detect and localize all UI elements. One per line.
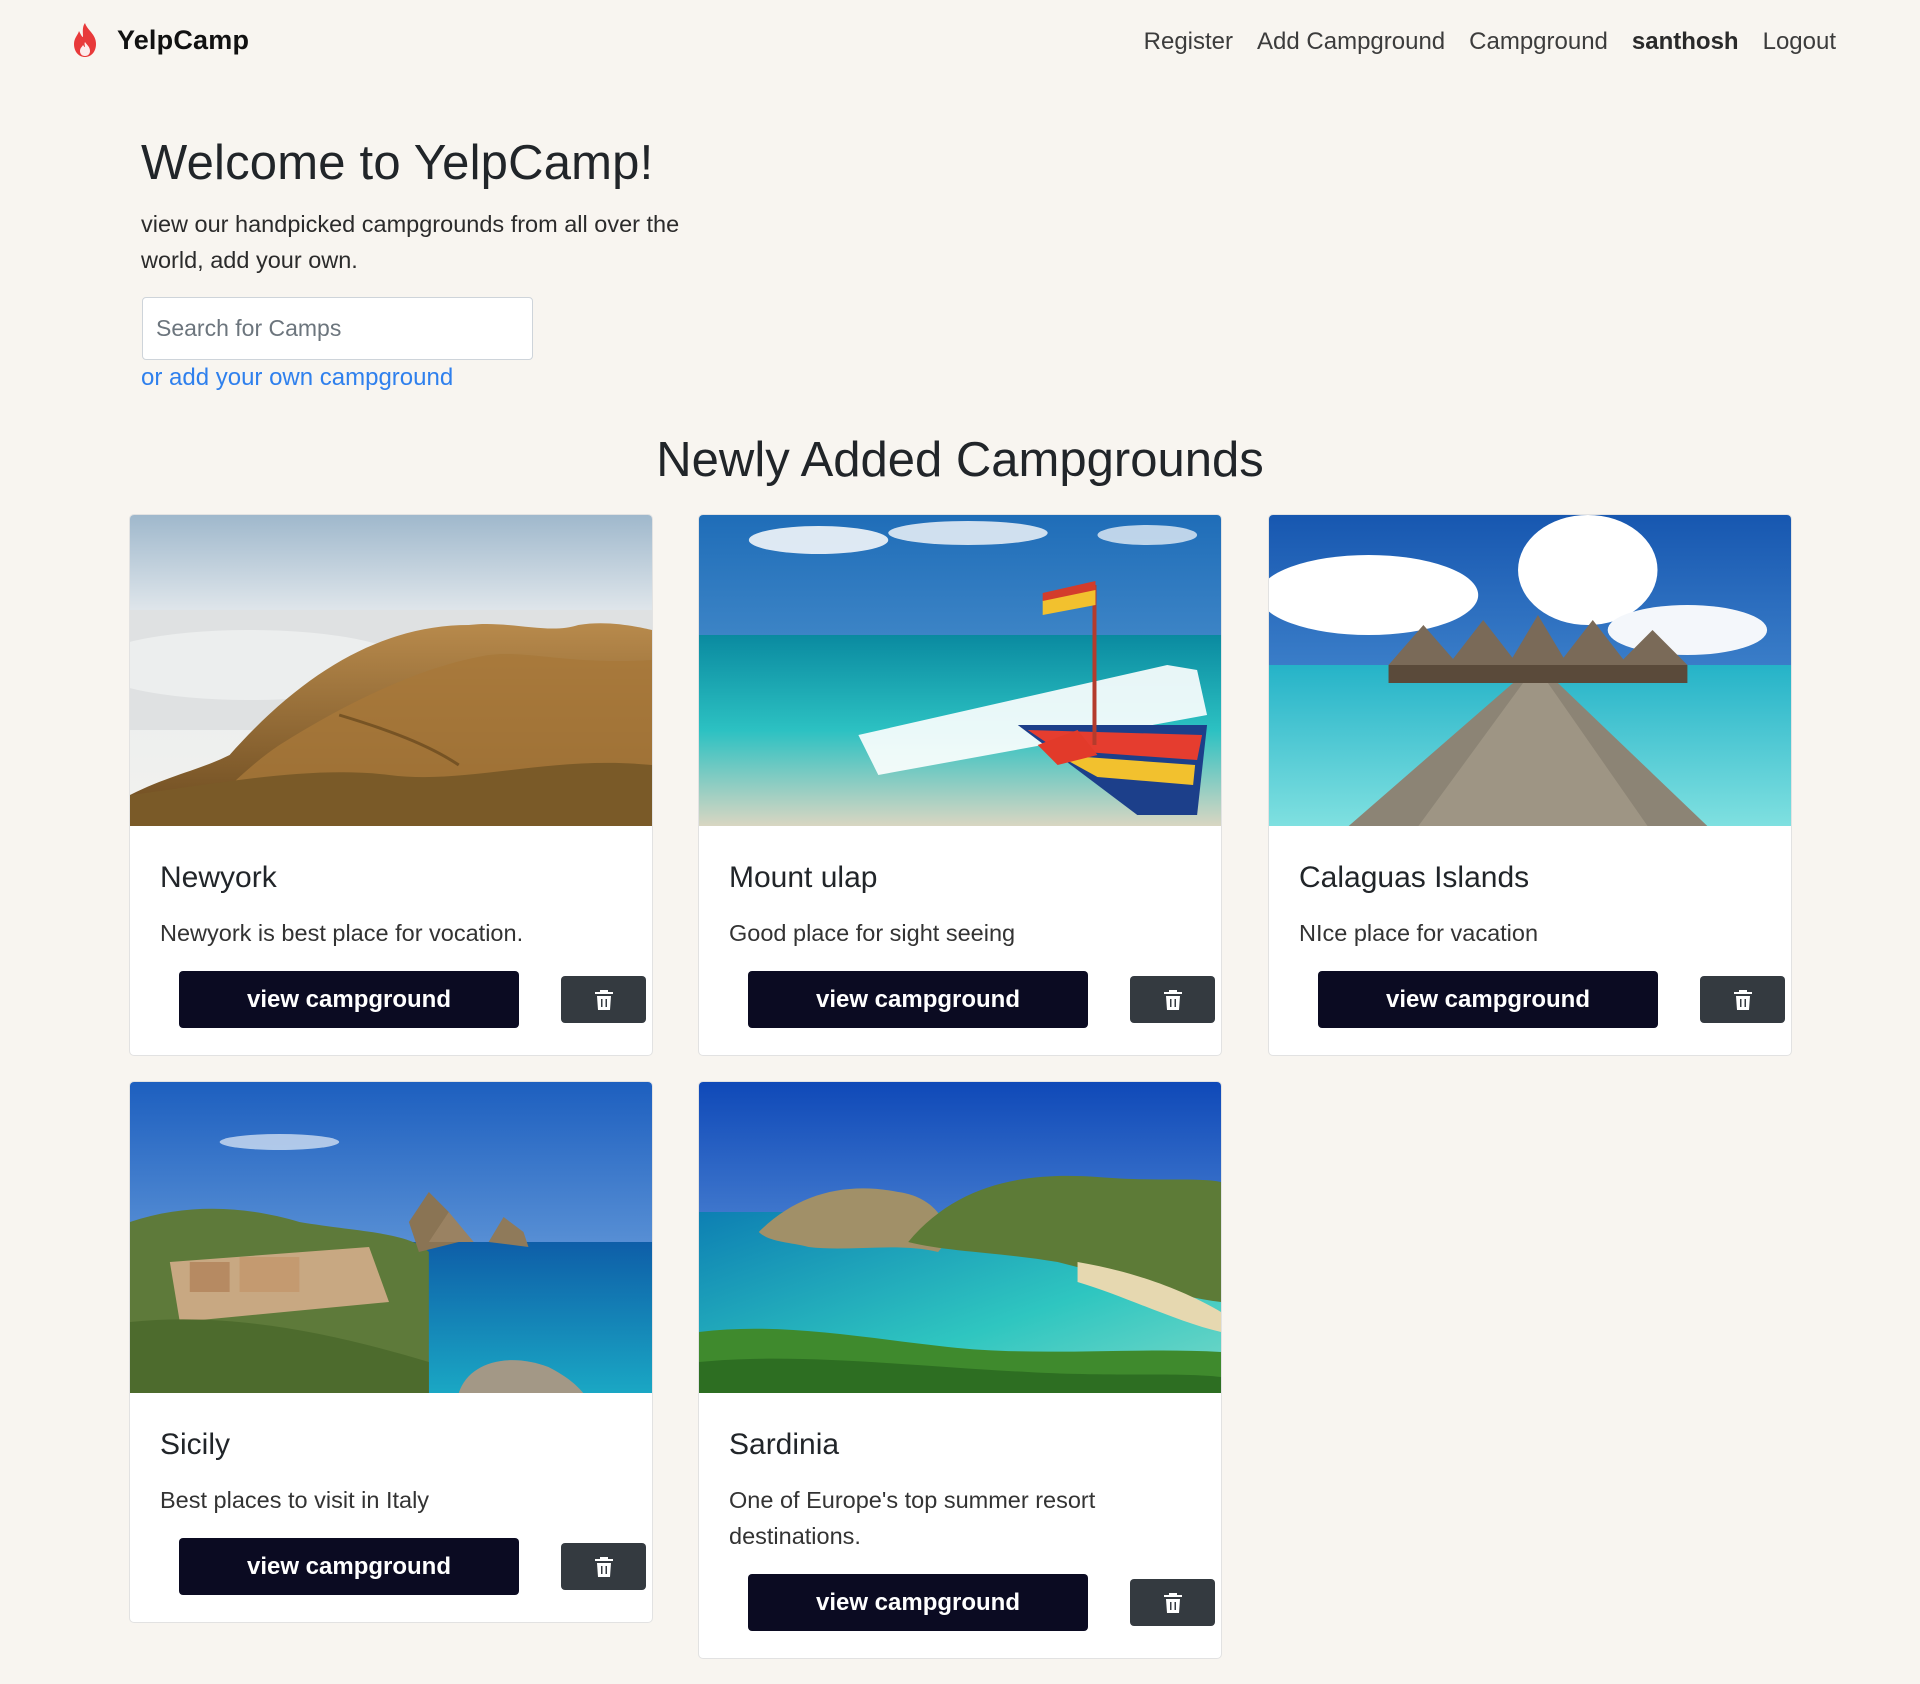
campground-image xyxy=(699,1082,1221,1393)
view-campground-button[interactable]: view campground xyxy=(748,1574,1088,1631)
page-title: Welcome to YelpCamp! xyxy=(141,136,654,190)
trash-icon xyxy=(1163,989,1182,1010)
campground-image xyxy=(130,1082,652,1393)
flame-icon xyxy=(70,22,100,58)
nav-username[interactable]: santhosh xyxy=(1632,28,1739,56)
delete-button[interactable] xyxy=(1700,976,1785,1023)
campground-title: Calaguas Islands xyxy=(1299,861,1530,894)
campground-card: Mount ulap Good place for sight seeing v… xyxy=(698,514,1222,1056)
trash-icon xyxy=(1733,989,1752,1010)
trash-icon xyxy=(594,1556,613,1577)
hero: Welcome to YelpCamp! view our handpicked… xyxy=(141,132,741,278)
campground-card: Calaguas Islands NIce place for vacation… xyxy=(1268,514,1792,1056)
campground-description: Best places to visit in Italy xyxy=(160,1487,430,1513)
nav-logout-link[interactable]: Logout xyxy=(1763,28,1836,56)
trash-icon xyxy=(1163,1592,1182,1613)
view-campground-button[interactable]: view campground xyxy=(179,971,519,1028)
campground-image xyxy=(1269,515,1791,826)
hero-subtitle: view our handpicked campgrounds from all… xyxy=(141,211,680,273)
section-title: Newly Added Campgrounds xyxy=(656,433,1264,487)
search-input[interactable] xyxy=(142,297,533,360)
navbar: YelpCamp Register Add Campground Campgro… xyxy=(0,0,1920,88)
campground-description: Newyork is best place for vocation. xyxy=(160,920,524,946)
campground-description: NIce place for vacation xyxy=(1299,920,1539,946)
campground-title: Mount ulap xyxy=(729,861,878,894)
brand-name: YelpCamp xyxy=(117,24,250,55)
nav-campground-link[interactable]: Campground xyxy=(1469,28,1608,56)
campground-title: Newyork xyxy=(160,861,277,894)
campground-title: Sardinia xyxy=(729,1428,840,1461)
delete-button[interactable] xyxy=(561,976,646,1023)
add-campground-link[interactable]: or add your own campground xyxy=(141,364,453,392)
campground-card: Sardinia One of Europe's top summer reso… xyxy=(698,1081,1222,1659)
brand-link[interactable]: YelpCamp xyxy=(70,22,249,58)
view-campground-button[interactable]: view campground xyxy=(179,1538,519,1595)
campground-title: Sicily xyxy=(160,1428,231,1461)
view-campground-button[interactable]: view campground xyxy=(748,971,1088,1028)
trash-icon xyxy=(594,989,613,1010)
campground-card: Sicily Best places to visit in Italy vie… xyxy=(129,1081,653,1623)
nav-register-link[interactable]: Register xyxy=(1144,28,1233,56)
campground-image xyxy=(130,515,652,826)
view-campground-button[interactable]: view campground xyxy=(1318,971,1658,1028)
campground-description: One of Europe's top summer resort destin… xyxy=(729,1487,1096,1549)
nav-links: Register Add Campground Campground santh… xyxy=(1120,28,1836,56)
delete-button[interactable] xyxy=(1130,976,1215,1023)
campground-image xyxy=(699,515,1221,826)
campground-card: Newyork Newyork is best place for vocati… xyxy=(129,514,653,1056)
nav-add-campground-link[interactable]: Add Campground xyxy=(1257,28,1445,56)
campground-description: Good place for sight seeing xyxy=(729,920,1016,946)
delete-button[interactable] xyxy=(561,1543,646,1590)
delete-button[interactable] xyxy=(1130,1579,1215,1626)
